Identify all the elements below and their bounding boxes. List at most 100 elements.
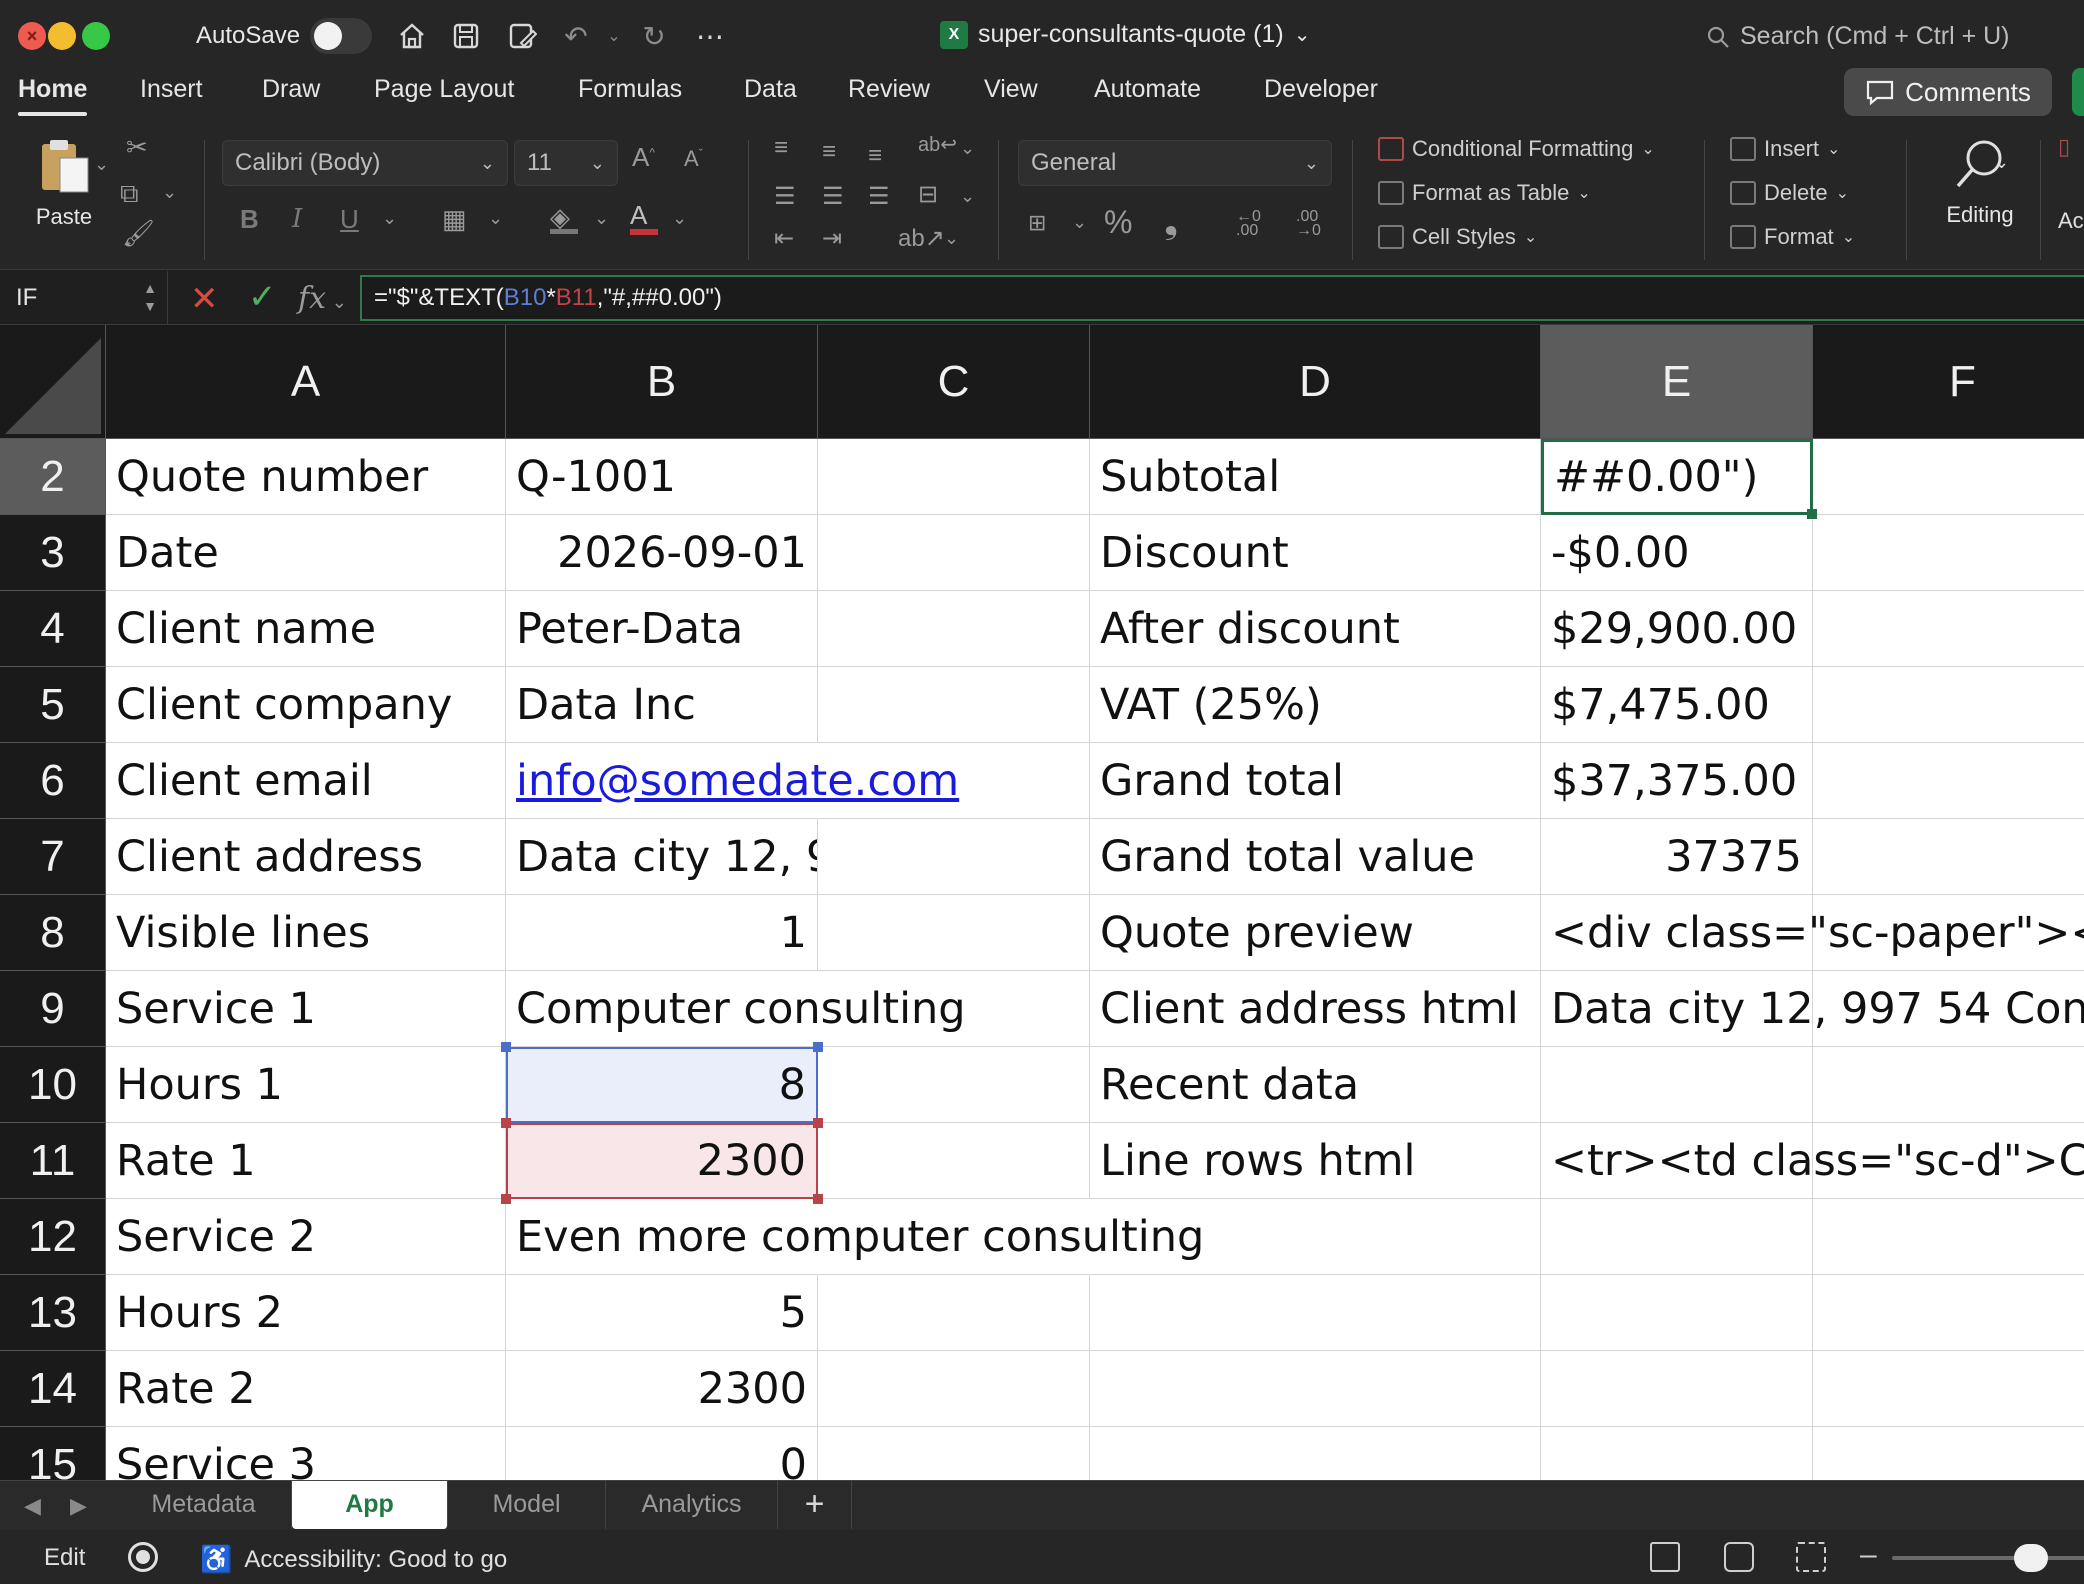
column-header-a[interactable]: A: [106, 325, 506, 439]
close-window-button[interactable]: ×: [18, 22, 46, 50]
row-header-13[interactable]: 13: [0, 1275, 106, 1351]
comma-style-button[interactable]: ❟: [1164, 200, 1178, 243]
cell-c10[interactable]: [818, 1047, 1090, 1123]
accounting-format-icon[interactable]: ⊞: [1028, 210, 1046, 236]
reference-resize-handle[interactable]: [813, 1042, 823, 1052]
column-header-c[interactable]: C: [818, 325, 1090, 439]
font-size-select[interactable]: 11 ⌄: [514, 140, 618, 186]
row-header-11[interactable]: 11: [0, 1123, 106, 1199]
copy-dropdown-icon[interactable]: ⌄: [162, 182, 177, 203]
cell-e4[interactable]: $29,900.00: [1541, 591, 1813, 667]
cell-a15[interactable]: Service 3: [106, 1427, 506, 1480]
wrap-dropdown-icon[interactable]: ⌄: [960, 138, 975, 159]
cell-c14[interactable]: [818, 1351, 1090, 1427]
sheet-tab-metadata[interactable]: Metadata: [116, 1481, 292, 1529]
row-header-15[interactable]: 15: [0, 1427, 106, 1480]
cell-b2[interactable]: Q-1001: [506, 439, 818, 515]
cell-f2[interactable]: [1813, 439, 2084, 515]
tab-review[interactable]: Review: [848, 74, 930, 124]
cell-f14[interactable]: [1813, 1351, 2084, 1427]
cell-d2[interactable]: Subtotal: [1090, 439, 1541, 515]
format-cells-button[interactable]: Format ⌄: [1730, 224, 1855, 250]
column-header-b[interactable]: B: [506, 325, 818, 439]
row-header-4[interactable]: 4: [0, 591, 106, 667]
format-as-table-button[interactable]: Format as Table ⌄: [1378, 180, 1591, 206]
share-button[interactable]: [2072, 68, 2084, 116]
row-header-8[interactable]: 8: [0, 895, 106, 971]
zoom-out-button[interactable]: –: [1860, 1538, 1877, 1572]
wrap-text-icon[interactable]: ab↩: [918, 132, 957, 157]
accessibility-status[interactable]: ♿ Accessibility: Good to go: [200, 1544, 507, 1575]
cell-c4[interactable]: [818, 591, 1090, 667]
tab-home[interactable]: Home: [18, 74, 88, 124]
borders-icon[interactable]: ▦: [442, 204, 467, 235]
align-right-icon[interactable]: ☰: [868, 182, 890, 211]
search-box[interactable]: Search (Cmd + Ctrl + U): [1706, 22, 2010, 51]
add-sheet-button[interactable]: +: [778, 1481, 852, 1529]
font-color-dropdown-icon[interactable]: ⌄: [672, 208, 687, 229]
column-header-d[interactable]: D: [1090, 325, 1541, 439]
cell-d15[interactable]: [1090, 1427, 1541, 1480]
borders-dropdown-icon[interactable]: ⌄: [488, 208, 503, 229]
cell-d10[interactable]: Recent data: [1090, 1047, 1541, 1123]
save-icon[interactable]: [446, 16, 486, 56]
cell-d13[interactable]: [1090, 1275, 1541, 1351]
cell-f5[interactable]: [1813, 667, 2084, 743]
cell-c8[interactable]: [818, 895, 1090, 971]
undo-dropdown-icon[interactable]: ⌄: [594, 16, 634, 56]
tab-data[interactable]: Data: [744, 74, 797, 124]
cell-c13[interactable]: [818, 1275, 1090, 1351]
insert-function-button[interactable]: fx ⌄: [298, 281, 347, 316]
cell-d6[interactable]: Grand total: [1090, 743, 1541, 819]
zoom-slider-knob[interactable]: [2014, 1544, 2048, 1572]
cell-a7[interactable]: Client address: [106, 819, 506, 895]
cell-a3[interactable]: Date: [106, 515, 506, 591]
cell-f7[interactable]: [1813, 819, 2084, 895]
delete-cells-button[interactable]: Delete ⌄: [1730, 180, 1849, 206]
cell-b11[interactable]: 2300: [506, 1123, 818, 1199]
cell-e11[interactable]: <tr><td class="sc-d">Co: [1541, 1123, 2084, 1199]
cell-e10[interactable]: [1541, 1047, 1813, 1123]
formula-input[interactable]: ="$"&TEXT(B10*B11,"#,##0.00"): [360, 275, 2084, 321]
minimize-window-button[interactable]: [48, 22, 76, 50]
align-center-icon[interactable]: ☰: [822, 182, 844, 211]
row-header-10[interactable]: 10: [0, 1047, 106, 1123]
format-painter-icon[interactable]: 🖌: [122, 218, 155, 249]
conditional-formatting-button[interactable]: Conditional Formatting ⌄: [1378, 136, 1655, 162]
cell-b9[interactable]: Computer consulting: [506, 971, 966, 1047]
cell-b5[interactable]: Data Inc: [506, 667, 818, 743]
align-bottom-icon[interactable]: ≡: [868, 142, 882, 170]
cell-d4[interactable]: After discount: [1090, 591, 1541, 667]
cancel-formula-button[interactable]: ✕: [190, 279, 219, 319]
next-sheet-icon[interactable]: ▶: [70, 1493, 87, 1519]
cell-f10[interactable]: [1813, 1047, 2084, 1123]
increase-indent-icon[interactable]: ⇥: [822, 224, 842, 253]
merge-dropdown-icon[interactable]: ⌄: [960, 186, 975, 207]
cut-icon[interactable]: ✂: [126, 132, 148, 163]
cell-a5[interactable]: Client company: [106, 667, 506, 743]
row-header-14[interactable]: 14: [0, 1351, 106, 1427]
cell-e7[interactable]: 37375: [1541, 819, 1813, 895]
number-format-select[interactable]: General ⌄: [1018, 140, 1332, 186]
cell-d8[interactable]: Quote preview: [1090, 895, 1541, 971]
cell-b12[interactable]: Even more computer consulting: [506, 1199, 1204, 1275]
reference-resize-handle[interactable]: [501, 1118, 511, 1128]
normal-view-icon[interactable]: [1650, 1542, 1680, 1572]
reference-resize-handle[interactable]: [813, 1194, 823, 1204]
decrease-decimal-icon[interactable]: .00 →0: [1296, 209, 1321, 239]
cell-f13[interactable]: [1813, 1275, 2084, 1351]
fill-color-dropdown-icon[interactable]: ⌄: [594, 208, 609, 229]
align-top-icon[interactable]: ≡: [774, 134, 788, 162]
cell-d5[interactable]: VAT (25%): [1090, 667, 1541, 743]
align-middle-icon[interactable]: ≡: [822, 138, 836, 166]
tab-formulas[interactable]: Formulas: [578, 74, 682, 124]
autosave-toggle[interactable]: [310, 18, 372, 54]
cell-c3[interactable]: [818, 515, 1090, 591]
orientation-dropdown-icon[interactable]: ⌄: [944, 228, 959, 249]
row-header-12[interactable]: 12: [0, 1199, 106, 1275]
cell-b3[interactable]: 2026-09-01: [506, 515, 818, 591]
reference-resize-handle[interactable]: [501, 1194, 511, 1204]
page-layout-view-icon[interactable]: [1724, 1542, 1754, 1572]
cell-e9[interactable]: Data city 12, 997 54 Con: [1541, 971, 2084, 1047]
font-name-select[interactable]: Calibri (Body) ⌄: [222, 140, 508, 186]
